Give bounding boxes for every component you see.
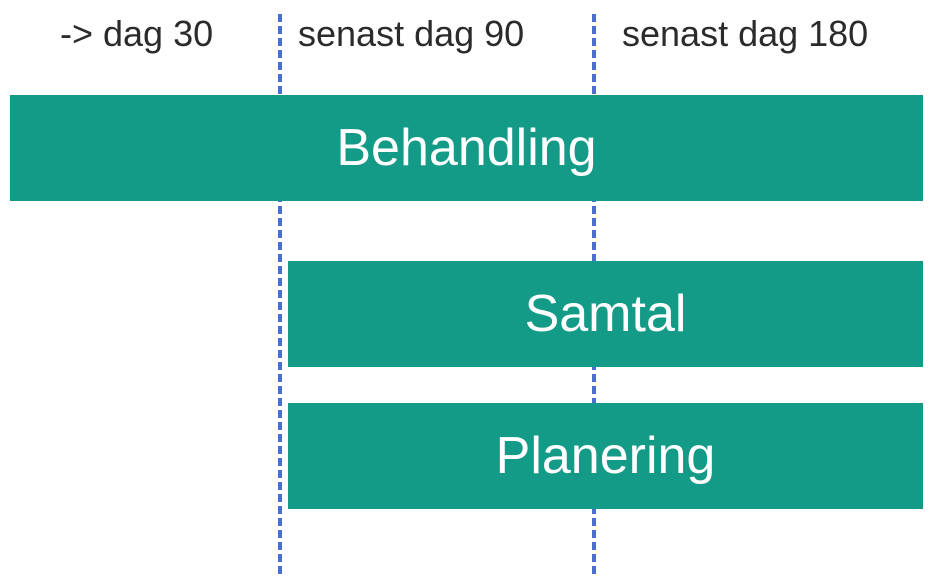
timeline-diagram: -> dag 30 senast dag 90 senast dag 180 B… (0, 0, 938, 588)
bar-samtal-label: Samtal (525, 288, 687, 340)
milestone-label-day90: senast dag 90 (298, 14, 524, 54)
bar-behandling: Behandling (10, 95, 923, 201)
milestone-label-day180: senast dag 180 (622, 14, 868, 54)
milestone-label-day30: -> dag 30 (60, 14, 213, 54)
bar-behandling-label: Behandling (336, 122, 596, 174)
bar-planering: Planering (288, 403, 923, 509)
bar-planering-label: Planering (496, 430, 716, 482)
bar-samtal: Samtal (288, 261, 923, 367)
